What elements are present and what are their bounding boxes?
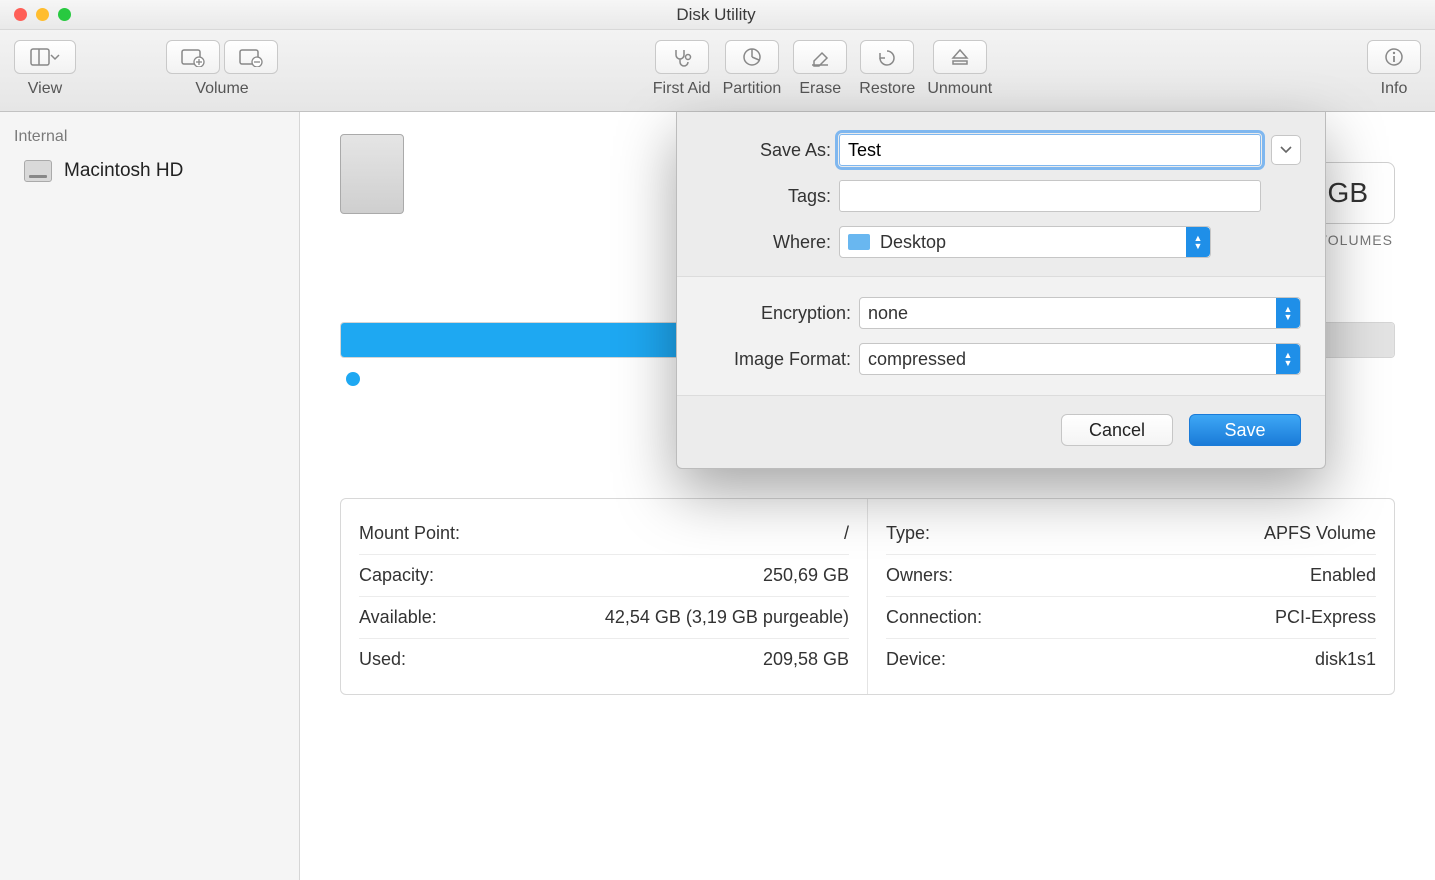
encryption-select[interactable]: none ▲▼ [859,297,1301,329]
tags-input[interactable] [839,180,1261,212]
details-table: Mount Point:/ Capacity:250,69 GB Availab… [340,498,1395,695]
first-aid-button[interactable] [655,40,709,74]
sidebar: Internal Macintosh HD [0,112,300,880]
unmount-button[interactable] [933,40,987,74]
partition-button[interactable] [725,40,779,74]
main: Internal Macintosh HD 250,69 GB SHARED B… [0,112,1435,880]
detail-row: Capacity:250,69 GB [359,555,849,597]
expand-browser-button[interactable] [1271,135,1301,165]
save-sheet: Save As: Tags: Where: Desktop [676,112,1326,469]
where-label: Where: [701,232,831,253]
where-value: Desktop [880,232,946,253]
save-button[interactable]: Save [1189,414,1301,446]
saveas-label: Save As: [701,140,831,161]
sidebar-item-label: Macintosh HD [64,160,183,182]
saveas-input[interactable] [839,134,1261,166]
window-title: Disk Utility [11,5,1421,25]
chevron-down-icon [1280,145,1292,155]
detail-row: Owners:Enabled [886,555,1376,597]
view-button[interactable] [14,40,76,74]
sidebar-section-internal: Internal [0,120,299,152]
content: 250,69 GB SHARED BY 4 VOLUMES Free 39,35… [300,112,1435,880]
sidebar-item-macintosh-hd[interactable]: Macintosh HD [0,152,299,190]
drive-large-icon [340,134,404,214]
erase-button[interactable] [793,40,847,74]
legend-dot-used [346,372,360,386]
eraser-icon [809,47,831,67]
detail-row: Type:APFS Volume [886,513,1376,555]
tags-label: Tags: [701,186,831,207]
format-label: Image Format: [701,349,851,370]
titlebar: Disk Utility [0,0,1435,30]
volume-add-button[interactable] [166,40,220,74]
info-button[interactable] [1367,40,1421,74]
info-label: Info [1381,80,1408,98]
detail-row: Device:disk1s1 [886,639,1376,680]
updown-icon: ▲▼ [1276,344,1300,374]
encryption-label: Encryption: [701,303,851,324]
restore-button[interactable] [860,40,914,74]
restore-icon [876,47,898,67]
first-aid-label: First Aid [653,80,711,98]
eject-icon [950,47,970,67]
partition-label: Partition [723,80,782,98]
updown-icon: ▲▼ [1276,298,1300,328]
unmount-label: Unmount [927,80,992,98]
detail-row: Connection:PCI-Express [886,597,1376,639]
info-icon [1383,46,1405,68]
folder-icon [848,234,870,250]
detail-row: Mount Point:/ [359,513,849,555]
detail-row: Used:209,58 GB [359,639,849,680]
volume-remove-button[interactable] [224,40,278,74]
format-value: compressed [868,349,966,370]
detail-row: Available:42,54 GB (3,19 GB purgeable) [359,597,849,639]
restore-label: Restore [859,80,915,98]
hdd-icon [24,160,52,182]
pie-icon [741,46,763,68]
stethoscope-icon [670,47,694,67]
toolbar: View Volume First Aid Partition [0,30,1435,112]
where-select[interactable]: Desktop ▲▼ [839,226,1211,258]
format-select[interactable]: compressed ▲▼ [859,343,1301,375]
view-label: View [28,80,62,98]
cancel-button[interactable]: Cancel [1061,414,1173,446]
encryption-value: none [868,303,908,324]
updown-icon: ▲▼ [1186,227,1210,257]
erase-label: Erase [799,80,841,98]
volume-label: Volume [195,80,248,98]
